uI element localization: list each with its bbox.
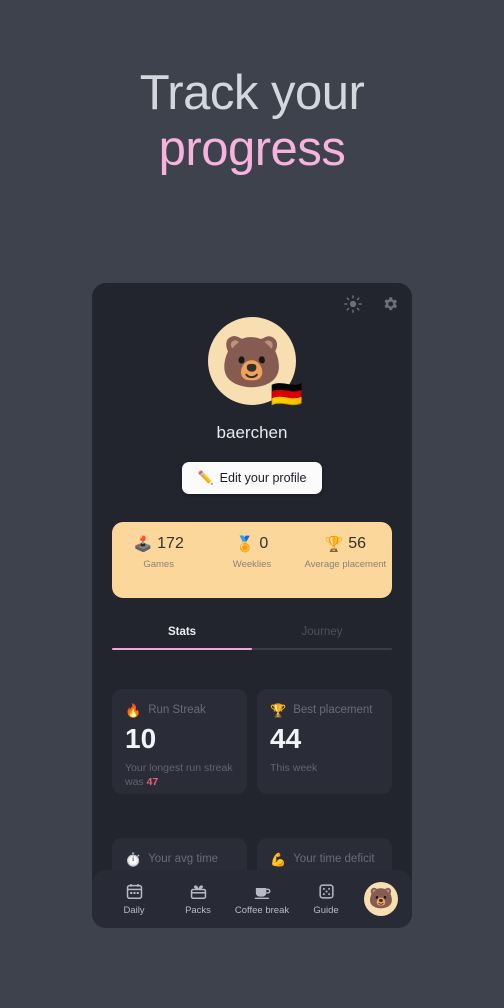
bear-icon: 🐻: [368, 888, 394, 910]
stat-card-head: ⏱️ Your avg time: [125, 852, 234, 868]
stat-card-head: 🔥 Run Streak: [125, 703, 234, 719]
summary-stat-value: 172: [157, 535, 184, 552]
joystick-icon: 🕹️: [133, 535, 153, 553]
pencil-icon: ✏️: [197, 470, 214, 485]
summary-stats-bar: 🕹️ 172 Games 🏅 0 Weeklies 🏆 56 Average p…: [112, 522, 392, 598]
bottom-navigation: Daily Packs Coffee break Guide 🐻: [92, 870, 412, 928]
stat-card-title: Your time deficit: [293, 853, 375, 865]
stat-card-subtext-prefix: Your longest run streak was: [125, 762, 233, 788]
profile-avatar-container: 🐻 🇩🇪: [92, 317, 412, 407]
stat-card-subtext-prefix: This week: [270, 762, 318, 775]
nav-item-profile-avatar[interactable]: 🐻: [364, 882, 398, 916]
fire-icon: 🔥: [125, 703, 142, 718]
trophy-icon: 🏆: [324, 535, 344, 553]
stat-card-run-streak[interactable]: 🔥 Run Streak 10 Your longest run streak …: [112, 689, 247, 794]
stat-card-value: 10: [125, 723, 157, 755]
stat-card-value: 44: [270, 723, 302, 755]
stat-card-best-placement[interactable]: 🏆 Best placement 44 This week: [257, 689, 392, 794]
summary-stat-label: Average placement: [304, 559, 387, 570]
gear-icon[interactable]: [381, 295, 399, 313]
coffee-cup-icon: [253, 882, 272, 901]
nav-item-guide[interactable]: Guide: [294, 882, 358, 916]
gift-box-icon: [189, 882, 208, 901]
app-screen: 🐻 🇩🇪 baerchen ✏️ Edit your profile 🕹️ 17…: [92, 283, 412, 928]
username: baerchen: [216, 423, 288, 442]
calendar-icon: [125, 882, 144, 901]
summary-stat-weeklies[interactable]: 🏅 0 Weeklies: [205, 522, 298, 598]
summary-stat-top: 🕹️ 172: [133, 535, 183, 553]
summary-stat-top: 🏆 56: [325, 535, 366, 553]
tab-journey[interactable]: Journey: [252, 626, 392, 648]
stat-cards-grid: 🔥 Run Streak 10 Your longest run streak …: [112, 689, 392, 794]
stat-card-subtext: This week: [270, 762, 379, 776]
nav-label: Packs: [185, 905, 211, 916]
edit-profile-label: Edit your profile: [219, 471, 307, 485]
nav-label: Coffee break: [234, 905, 290, 916]
summary-stat-average-placement[interactable]: 🏆 56 Average placement: [299, 522, 392, 598]
stat-card-title: Best placement: [293, 704, 373, 716]
dice-icon: [317, 882, 336, 901]
summary-stat-label: Weeklies: [232, 559, 272, 570]
tab-stats[interactable]: Stats: [112, 626, 252, 648]
stopwatch-icon: ⏱️: [125, 852, 142, 867]
edit-profile-button[interactable]: ✏️ Edit your profile: [182, 462, 322, 494]
nav-item-daily[interactable]: Daily: [102, 882, 166, 916]
summary-stat-label: Games: [143, 559, 174, 570]
summary-stat-games[interactable]: 🕹️ 172 Games: [112, 522, 205, 598]
nav-label: Guide: [313, 905, 339, 916]
country-flag-icon: 🇩🇪: [270, 379, 303, 409]
stat-card-head: 💪 Your time deficit: [270, 852, 379, 868]
nav-item-packs[interactable]: Packs: [166, 882, 230, 916]
nav-label: Daily: [123, 905, 145, 916]
nav-item-coffee-break[interactable]: Coffee break: [230, 882, 294, 916]
summary-stat-top: 🏅 0: [236, 535, 269, 553]
tab-bar: Stats Journey: [112, 626, 392, 650]
stat-card-subtext: Your longest run streak was 47: [125, 762, 234, 789]
stat-card-title: Run Streak: [148, 704, 206, 716]
sun-icon[interactable]: [344, 295, 362, 313]
trophy-icon: 🏆: [270, 703, 287, 718]
tab-row: Stats Journey: [112, 626, 392, 648]
hero-line-1: Track your: [139, 66, 365, 120]
bicep-icon: 💪: [270, 852, 287, 867]
stat-card-title: Your avg time: [148, 853, 219, 865]
tab-track: [112, 648, 392, 650]
medal-icon: 🏅: [235, 535, 255, 553]
hero-line-2: progress: [158, 121, 346, 176]
summary-stat-value: 0: [259, 535, 269, 552]
summary-stat-value: 56: [348, 535, 367, 552]
tab-active-indicator: [112, 648, 252, 650]
avatar[interactable]: 🐻 🇩🇪: [208, 317, 303, 407]
edit-profile-container: ✏️ Edit your profile: [92, 462, 412, 494]
app-header-actions: [344, 295, 399, 313]
stat-card-subtext-highlight: 47: [146, 775, 159, 788]
hero-heading: Track your progress: [0, 68, 504, 175]
stat-card-head: 🏆 Best placement: [270, 703, 379, 719]
